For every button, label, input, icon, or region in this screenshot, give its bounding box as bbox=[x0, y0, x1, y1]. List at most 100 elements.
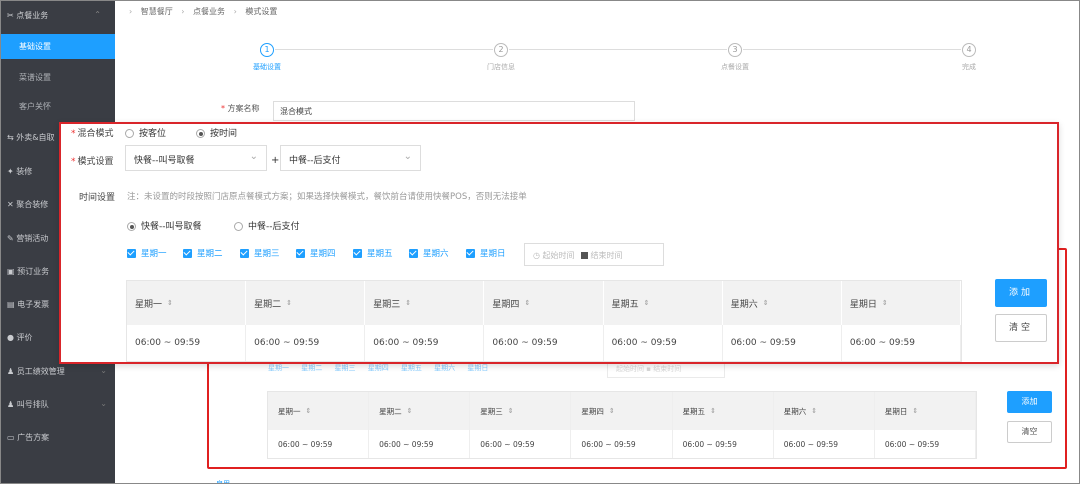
checkbox-checked-icon bbox=[240, 249, 249, 258]
table-header-row: 星期一 ⇕ 星期二 ⇕ 星期三 ⇕ 星期四 ⇕ 星期五 ⇕ 星期六 ⇕ 星期日 ⇕ bbox=[268, 392, 976, 430]
checkbox-checked-icon bbox=[409, 249, 418, 258]
radio-chinese-food[interactable]: 中餐--后支付 bbox=[234, 219, 300, 232]
mix-mode-label: * 混合模式 bbox=[71, 129, 114, 139]
table-header-cell[interactable]: 星期六 ⇕ bbox=[723, 281, 842, 325]
sidebar-item-queue[interactable]: ♟ 叫号排队 ⌄ bbox=[7, 399, 111, 410]
breadcrumb-separator: › bbox=[233, 7, 237, 16]
table-header-cell[interactable]: 星期五 ⇕ bbox=[604, 281, 723, 325]
breadcrumb-item[interactable]: 点餐业务 bbox=[193, 7, 225, 16]
checkbox-saturday[interactable]: 星期六 bbox=[409, 247, 449, 259]
radio-icon bbox=[125, 129, 134, 138]
scheme-name-input[interactable]: 混合模式 bbox=[273, 101, 635, 121]
app-window: ✂ 点餐业务 ⌃ 基础设置 菜谱设置 客户关怀 ⇆ 外卖&自取 ✦ 装修 ✕ 聚合… bbox=[0, 0, 1080, 484]
table-header-cell[interactable]: 星期二 ⇕ bbox=[369, 392, 471, 430]
radio-by-seat[interactable]: 按客位 bbox=[125, 126, 166, 139]
sidebar-item-ads[interactable]: ▭ 广告方案 bbox=[7, 432, 111, 443]
sidebar-group-label: 点餐业务 bbox=[16, 11, 49, 20]
day-checkbox[interactable]: 星期六 bbox=[434, 364, 455, 372]
checkbox-label: 星期五 bbox=[367, 249, 393, 259]
step-label: 基础设置 bbox=[253, 63, 281, 71]
sidebar-item-label: 预订业务 bbox=[17, 267, 50, 276]
sidebar-item-staff[interactable]: ♟ 员工绩效管理 ⌄ bbox=[7, 366, 111, 377]
checkbox-friday[interactable]: 星期五 bbox=[353, 247, 393, 259]
day-checkbox[interactable]: 星期一 bbox=[268, 364, 289, 372]
table-header-cell[interactable]: 星期二 ⇕ bbox=[246, 281, 366, 325]
sidebar-item-customer-care[interactable]: 客户关怀 bbox=[19, 101, 51, 112]
step-connector bbox=[743, 49, 961, 50]
sidebar-item-label: 评价 bbox=[16, 333, 33, 342]
table-header-cell[interactable]: 星期日 ⇕ bbox=[875, 392, 976, 430]
step-number: 4 bbox=[962, 43, 976, 57]
mode-select-1[interactable]: 快餐--叫号取餐 ⌄ bbox=[125, 145, 267, 171]
sidebar-item-label: 广告方案 bbox=[17, 433, 50, 442]
table-header-cell[interactable]: 星期一 ⇕ bbox=[127, 281, 247, 325]
sidebar-group-dining[interactable]: ✂ 点餐业务 ⌃ bbox=[7, 10, 107, 21]
schedule-table: 星期一 ⇕ 星期二 ⇕ 星期三 ⇕ 星期四 ⇕ 星期五 ⇕ 星期六 ⇕ 星期日 ⇕ 06:00… bbox=[126, 280, 962, 362]
table-cell: 06:00 ~ 09:59 bbox=[673, 430, 774, 458]
checkbox-wednesday[interactable]: 星期三 bbox=[240, 247, 280, 259]
chevron-up-icon: ⌃ bbox=[94, 10, 101, 19]
breadcrumb-item[interactable]: 智慧餐厅 bbox=[141, 7, 173, 16]
sidebar-item-label: 聚合装修 bbox=[16, 200, 49, 209]
radio-by-time[interactable]: 按时间 bbox=[196, 126, 237, 139]
table-cell: 06:00 ~ 09:59 bbox=[774, 430, 875, 458]
breadcrumb-item: 模式设置 bbox=[245, 7, 278, 16]
table-header-cell[interactable]: 星期日 ⇕ bbox=[842, 281, 961, 325]
step-1: 1 基础设置 bbox=[232, 43, 302, 72]
step-2: 2 门店信息 bbox=[466, 43, 536, 72]
checkbox-label: 星期日 bbox=[480, 249, 506, 259]
sidebar-item-basic-settings[interactable]: 基础设置 bbox=[1, 34, 115, 59]
time-range-input[interactable]: ◷ 起始时间 结束时间 bbox=[524, 243, 664, 266]
checkbox-label: 星期四 bbox=[310, 249, 336, 259]
table-header-cell[interactable]: 星期一 ⇕ bbox=[268, 392, 370, 430]
table-cell: 06:00 ~ 09:59 bbox=[484, 325, 604, 361]
sort-icon: ⇕ bbox=[167, 299, 173, 307]
add-button[interactable]: 添加 bbox=[995, 279, 1047, 307]
checkbox-monday[interactable]: 星期一 bbox=[127, 247, 167, 259]
table-header-cell[interactable]: 星期四 ⇕ bbox=[484, 281, 604, 325]
table-cell: 06:00 ~ 09:59 bbox=[604, 325, 723, 361]
background-add-button[interactable]: 添加 bbox=[1007, 391, 1052, 413]
select-value: 快餐--叫号取餐 bbox=[134, 156, 195, 166]
mode-select-2[interactable]: 中餐--后支付 ⌄ bbox=[280, 145, 421, 171]
checkbox-thursday[interactable]: 星期四 bbox=[296, 247, 336, 259]
sidebar-item-label: 电子发票 bbox=[17, 300, 50, 309]
step-connector bbox=[275, 49, 493, 50]
table-cell: 06:00 ~ 09:59 bbox=[470, 430, 572, 458]
table-header-cell[interactable]: 星期三 ⇕ bbox=[470, 392, 572, 430]
table-header-cell[interactable]: 星期六 ⇕ bbox=[774, 392, 875, 430]
day-checkbox[interactable]: 星期五 bbox=[401, 364, 422, 372]
background-clear-button[interactable]: 清空 bbox=[1007, 421, 1052, 443]
radio-label: 按客位 bbox=[139, 129, 167, 139]
plus-sign: + bbox=[271, 155, 280, 166]
table-cell: 06:00 ~ 09:59 bbox=[571, 430, 673, 458]
step-4: 4 完成 bbox=[934, 43, 1004, 72]
background-day-checkboxes: 星期一 星期二 星期三 星期四 星期五 星期六 星期日 bbox=[268, 363, 498, 373]
radio-label: 快餐--叫号取餐 bbox=[141, 222, 202, 232]
step-label: 完成 bbox=[962, 63, 976, 71]
table-header-cell[interactable]: 星期三 ⇕ bbox=[365, 281, 485, 325]
calendar-icon bbox=[580, 252, 588, 259]
day-checkbox[interactable]: 星期三 bbox=[334, 364, 355, 372]
radio-label: 按时间 bbox=[210, 129, 238, 139]
sort-icon: ⇕ bbox=[643, 299, 650, 307]
table-header-cell[interactable]: 星期五 ⇕ bbox=[673, 392, 774, 430]
sidebar-item-label: 叫号排队 bbox=[16, 400, 49, 409]
day-checkbox[interactable]: 星期二 bbox=[301, 364, 322, 372]
radio-fast-food[interactable]: 快餐--叫号取餐 bbox=[127, 219, 202, 232]
background-schedule-table: 星期一 ⇕ 星期二 ⇕ 星期三 ⇕ 星期四 ⇕ 星期五 ⇕ 星期六 ⇕ 星期日 ⇕ 06:00… bbox=[267, 391, 977, 459]
day-checkbox[interactable]: 星期四 bbox=[368, 364, 389, 372]
start-time-placeholder: 起始时间 bbox=[542, 251, 575, 260]
background-enable-checkbox[interactable]: 启用 bbox=[216, 479, 230, 483]
checkbox-label: 星期一 bbox=[141, 249, 167, 259]
sidebar-item-menu[interactable]: 菜谱设置 bbox=[19, 72, 51, 83]
clear-button[interactable]: 清空 bbox=[995, 314, 1047, 342]
checkbox-tuesday[interactable]: 星期二 bbox=[183, 247, 223, 259]
time-setting-note: 注：未设置的时段按照门店原点餐模式方案；如果选择快餐模式，餐饮前台请使用快餐PO… bbox=[127, 192, 527, 202]
scheme-name-text: 方案名称 bbox=[227, 104, 260, 113]
day-checkbox[interactable]: 星期日 bbox=[467, 364, 488, 372]
checkbox-sunday[interactable]: 星期日 bbox=[466, 247, 506, 259]
breadcrumb-separator: › bbox=[181, 7, 185, 16]
table-header-cell[interactable]: 星期四 ⇕ bbox=[571, 392, 673, 430]
table-cell: 06:00 ~ 09:59 bbox=[842, 325, 961, 361]
